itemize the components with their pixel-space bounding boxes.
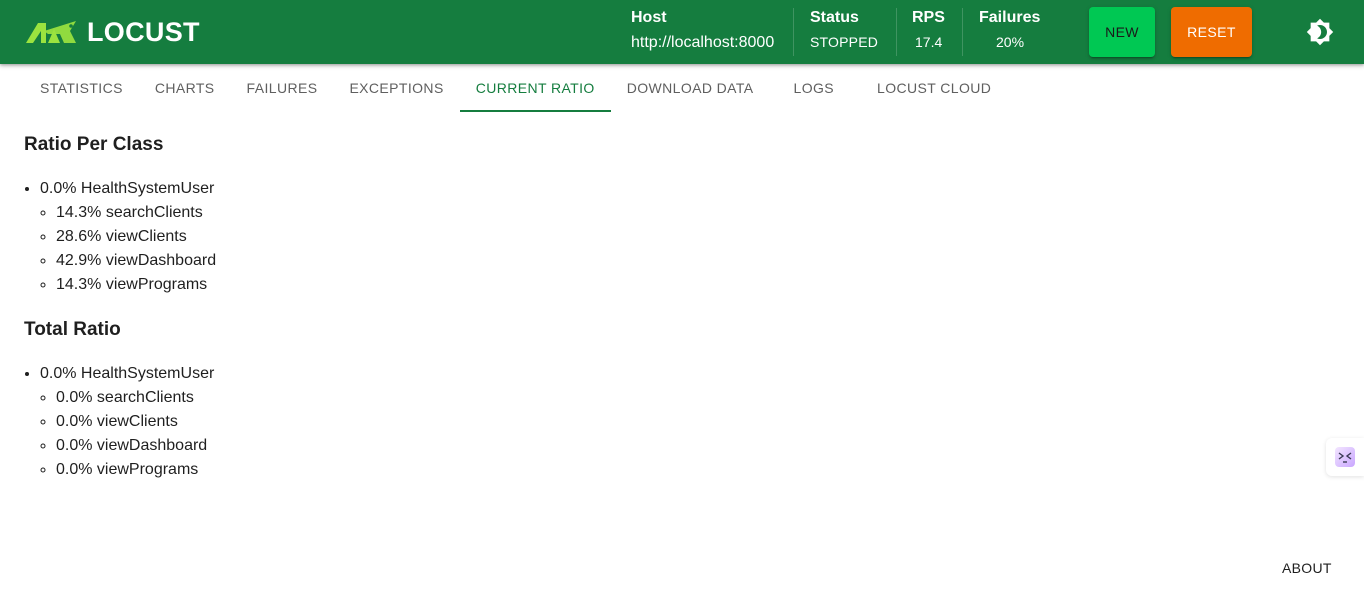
- list-item: 14.3% viewPrograms: [56, 273, 216, 297]
- tab-exceptions[interactable]: EXCEPTIONS: [333, 64, 459, 112]
- tab-locust-cloud[interactable]: LOCUST CLOUD: [861, 64, 1007, 112]
- user-class-ratio: 0.0% HealthSystemUser: [40, 180, 215, 197]
- status-stat: Status STOPPED: [794, 0, 896, 64]
- locust-logo[interactable]: LOCUST: [24, 17, 200, 47]
- about-link[interactable]: ABOUT: [1282, 560, 1332, 576]
- locust-logo-icon: [26, 21, 76, 43]
- rps-stat: RPS 17.4: [897, 0, 963, 64]
- list-item: 0.0% searchClients: [56, 386, 214, 410]
- tab-logs[interactable]: LOGS: [782, 64, 862, 112]
- tab-failures[interactable]: FAILURES: [231, 64, 334, 112]
- devtools-icon: [1335, 447, 1355, 467]
- failures-stat: Failures 20%: [963, 0, 1063, 64]
- ratio-per-class-title: Ratio Per Class: [24, 134, 164, 155]
- failures-value: 20%: [996, 34, 1025, 50]
- tab-download-data[interactable]: DOWNLOAD DATA: [611, 64, 782, 112]
- list-item: 0.0% viewDashboard: [56, 434, 214, 458]
- list-item: 42.9% viewDashboard: [56, 249, 216, 273]
- reset-stats-button[interactable]: RESET: [1171, 7, 1252, 57]
- list-item: 0.0% viewPrograms: [56, 458, 214, 482]
- total-ratio-list: 0.0% HealthSystemUser 0.0% searchClients…: [24, 362, 214, 482]
- host-value: http://localhost:8000: [631, 34, 775, 51]
- tab-statistics[interactable]: STATISTICS: [24, 64, 139, 112]
- brightness-icon[interactable]: [1306, 18, 1334, 46]
- status-value: STOPPED: [810, 34, 879, 50]
- tab-bar: STATISTICS CHARTS FAILURES EXCEPTIONS CU…: [24, 64, 1007, 112]
- ratio-per-class-list: 0.0% HealthSystemUser 14.3% searchClient…: [24, 177, 216, 297]
- task-ratio-list: 0.0% searchClients 0.0% viewClients 0.0%…: [40, 386, 214, 482]
- status-label: Status: [810, 9, 859, 26]
- host-label: Host: [631, 9, 667, 26]
- failures-label: Failures: [979, 9, 1041, 26]
- list-item: 0.0% viewClients: [56, 410, 214, 434]
- devtools-launcher[interactable]: [1326, 438, 1364, 476]
- new-test-button[interactable]: NEW: [1089, 7, 1155, 57]
- tab-current-ratio[interactable]: CURRENT RATIO: [459, 64, 611, 112]
- total-ratio-title: Total Ratio: [24, 319, 121, 340]
- list-item: 0.0% HealthSystemUser 14.3% searchClient…: [40, 177, 216, 297]
- tab-charts[interactable]: CHARTS: [139, 64, 231, 112]
- rps-label: RPS: [912, 9, 945, 26]
- app-header: LOCUST Host http://localhost:8000 Status…: [0, 0, 1364, 64]
- list-item: 0.0% HealthSystemUser 0.0% searchClients…: [40, 362, 214, 482]
- task-ratio-list: 14.3% searchClients 28.6% viewClients 42…: [40, 201, 216, 297]
- list-item: 28.6% viewClients: [56, 225, 216, 249]
- list-item: 14.3% searchClients: [56, 201, 216, 225]
- host-stat: Host http://localhost:8000: [631, 0, 793, 64]
- rps-value: 17.4: [915, 34, 943, 50]
- logo-text: LOCUST: [87, 17, 200, 47]
- user-class-ratio: 0.0% HealthSystemUser: [40, 365, 215, 382]
